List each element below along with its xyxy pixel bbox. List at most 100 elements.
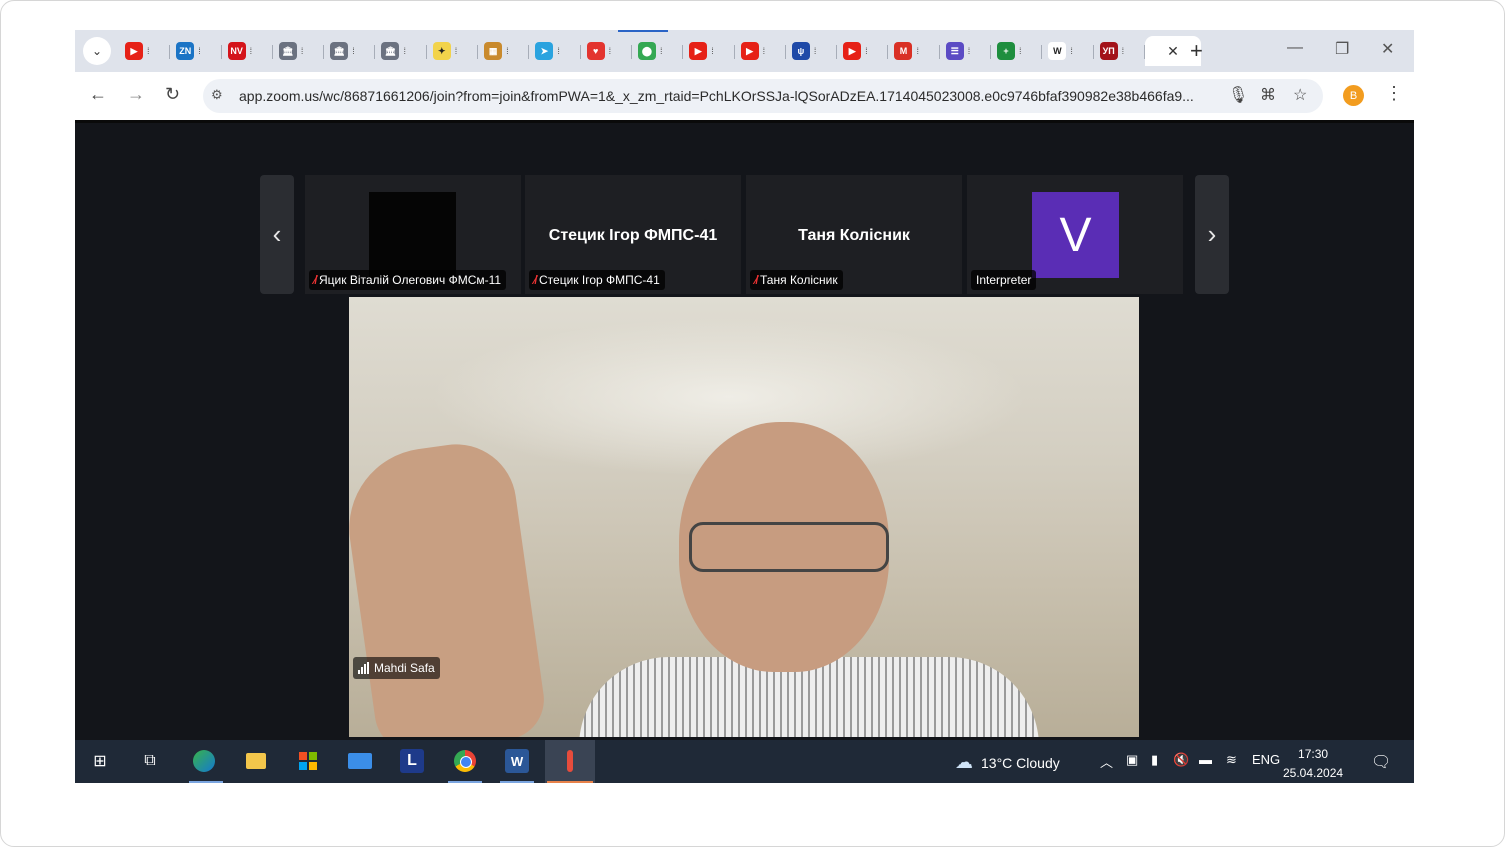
tab-title-fragment: ⁞ xyxy=(198,46,201,56)
browser-tab[interactable]: 🏛 ⁞ xyxy=(324,36,376,66)
task-view-icon[interactable]: ⧉ xyxy=(138,749,162,773)
star-icon: ✦ xyxy=(432,42,451,60)
browser-tab[interactable]: NV ⁞ xyxy=(222,36,274,66)
chevron-up-icon[interactable]: ︿ xyxy=(1100,752,1113,771)
browser-tab[interactable]: ▶ ⁞ xyxy=(735,36,787,66)
bank-icon: 🏛 xyxy=(381,42,400,60)
site-settings-icon[interactable]: ⚙ xyxy=(211,87,223,103)
browser-toolbar: ← → ↻ ⚙ app.zoom.us/wc/86871661206/join?… xyxy=(75,72,1414,120)
trident-icon: ψ xyxy=(791,42,810,60)
participant-video xyxy=(369,192,456,278)
browser-tab[interactable]: ψ ⁞ xyxy=(786,36,838,66)
minimize-button[interactable]: — xyxy=(1287,39,1303,57)
browser-tab[interactable]: ▶ ⁞ xyxy=(837,36,889,66)
wifi-icon[interactable]: ≋ xyxy=(1226,752,1237,768)
participant-tile[interactable]: Стецик Ігор ФМПС-41 ⁄̸ Стецик Ігор ФМПС-4… xyxy=(525,175,741,294)
tab-title-fragment: ⁞ xyxy=(300,46,304,56)
active-speaker-video[interactable]: Mahdi Safa xyxy=(349,297,1139,737)
browser-tab[interactable]: 🏛 ⁞ xyxy=(273,36,325,66)
battery-icon[interactable]: ▬ xyxy=(1199,752,1212,767)
windows-taskbar: ⊞ ⧉ L W ☁ 13°C Cloudy ︿ ▣ ▮ 🔇 ▬ ≋ ENG 17:… xyxy=(75,740,1414,783)
participant-tile[interactable]: Таня Колісник ⁄̸ Таня Колісник xyxy=(746,175,962,294)
browser-tab[interactable]: ▦ ⁞ xyxy=(478,36,530,66)
back-button[interactable]: ← xyxy=(89,84,107,105)
bookmark-star-icon[interactable]: ☆ xyxy=(1293,85,1307,105)
speaker-hand xyxy=(349,436,550,737)
taskbar-clock[interactable]: 17:30 25.04.2024 xyxy=(1283,745,1343,783)
windows-start-icon[interactable]: ⊞ xyxy=(88,749,112,773)
microphone-tray-icon[interactable]: ▮ xyxy=(1151,752,1158,768)
microsoft-store-icon[interactable] xyxy=(296,749,320,773)
tab-title-fragment: ⁞ xyxy=(1070,46,1073,56)
browser-tab[interactable]: ▶ ⁞ xyxy=(683,36,735,66)
reload-button[interactable]: ↻ xyxy=(165,84,180,105)
file-explorer-icon[interactable] xyxy=(244,749,268,773)
microphone-icon[interactable]: 🎙 xyxy=(1228,85,1248,105)
tab-title-fragment: ⁞ xyxy=(659,46,663,56)
gallery-next-button[interactable]: › xyxy=(1195,175,1229,294)
mail-icon[interactable] xyxy=(348,749,372,773)
weather-widget[interactable]: ☁ 13°C Cloudy xyxy=(955,752,1060,773)
close-window-button[interactable]: ✕ xyxy=(1381,39,1394,59)
desktop-screen: ⌄ ▶ ⁞ ZN ⁞ NV ⁞ 🏛 ⁞ 🏛 ⁞ 🏛 ⁞ ✦ ⁞ ▦ ⁞ ➤ ⁞ ♥ ⁞ ⬤ ⁞ ▶ ⁞ ▶ ⁞ ψ ⁞ ▶ ⁞ M ⁞ ☰ ⁞ + ⁞… xyxy=(75,30,1414,783)
participant-avatar: V xyxy=(1032,192,1119,278)
translate-icon[interactable]: ⌘ xyxy=(1260,85,1276,105)
chevron-right-icon: › xyxy=(1207,219,1217,249)
meet-now-icon[interactable]: ▣ xyxy=(1126,752,1138,768)
word-icon[interactable]: W xyxy=(505,749,529,773)
heart-icon: ♥ xyxy=(586,42,605,60)
tab-title-fragment: ⁞ xyxy=(557,46,560,56)
l-app-icon[interactable]: L xyxy=(400,749,424,773)
tab-title-fragment: ⁞ xyxy=(147,46,150,56)
toolbar-divider xyxy=(75,120,1414,123)
browser-tab[interactable]: ▶ ⁞ xyxy=(119,36,171,66)
address-bar[interactable]: ⚙ app.zoom.us/wc/86871661206/join?from=j… xyxy=(203,79,1323,113)
browser-tab[interactable]: ZN ⁞ xyxy=(170,36,222,66)
browser-tab[interactable]: ➤ ⁞ xyxy=(529,36,581,66)
browser-tab[interactable]: ⬤ ⁞ xyxy=(632,36,684,66)
clock-date: 25.04.2024 xyxy=(1283,766,1344,780)
close-tab-icon[interactable]: ✕ xyxy=(1167,43,1179,60)
tab-title-fragment: ⁞ xyxy=(865,46,868,56)
restore-button[interactable]: ❐ xyxy=(1335,39,1349,59)
sheets-plus-icon: + xyxy=(997,42,1016,60)
browser-tab[interactable]: 🏛 ⁞ xyxy=(375,36,428,66)
participant-name-label: ⁄̸ Стецик Ігор ФМПС-41 xyxy=(529,270,665,290)
browser-menu-icon[interactable]: ⋮ xyxy=(1385,83,1403,104)
new-tab-button[interactable]: + xyxy=(1190,38,1203,64)
browser-tab[interactable]: W ⁞ xyxy=(1042,36,1094,66)
chrome-icon[interactable] xyxy=(453,749,477,773)
browser-tab[interactable]: + ⁞ xyxy=(991,36,1043,66)
browser-tab[interactable]: M ⁞ xyxy=(888,36,941,66)
up-icon: УП xyxy=(1099,42,1118,60)
profile-avatar[interactable]: B xyxy=(1343,85,1364,106)
maps-icon: ⬤ xyxy=(637,42,656,60)
mic-muted-icon: ⁄̸ xyxy=(755,273,758,287)
clock-time: 17:30 xyxy=(1298,747,1329,761)
chevron-left-icon: ‹ xyxy=(272,219,282,249)
notifications-icon[interactable]: 🗨 xyxy=(1371,752,1391,772)
tab-title-fragment: ⁞ xyxy=(762,46,766,56)
edge-browser-icon[interactable] xyxy=(192,749,216,773)
tab-title-fragment: ⁞ xyxy=(711,46,714,56)
gallery-prev-button[interactable]: ‹ xyxy=(260,175,294,294)
forward-button[interactable]: → xyxy=(127,84,145,105)
participant-tile[interactable]: ⁄̸ Яцик Віталій Олегович ФМСм-11 xyxy=(305,175,521,294)
tab-list: ▶ ⁞ ZN ⁞ NV ⁞ 🏛 ⁞ 🏛 ⁞ 🏛 ⁞ ✦ ⁞ ▦ ⁞ ➤ ⁞ ♥ ⁞ ⬤ ⁞ ▶ ⁞ ▶ ⁞ ψ ⁞ ▶ ⁞ M ⁞ ☰ ⁞ + ⁞ W ⁞… xyxy=(119,36,1201,66)
tab-title-fragment: ⁞ xyxy=(249,46,253,56)
browser-tab[interactable]: ✦ ⁞ xyxy=(427,36,479,66)
tab-search-button[interactable]: ⌄ xyxy=(83,37,111,65)
signal-strength-icon xyxy=(358,662,370,674)
basket-icon: ▦ xyxy=(484,42,503,60)
browser-tab[interactable]: ♥ ⁞ xyxy=(581,36,633,66)
snipping-tool-icon[interactable] xyxy=(558,749,582,773)
tab-title-fragment: ⁞ xyxy=(506,46,509,56)
browser-tab[interactable]: УП ⁞ xyxy=(1094,36,1146,66)
participant-tile[interactable]: V Interpreter xyxy=(967,175,1183,294)
speaker-muted-icon[interactable]: 🔇 xyxy=(1173,752,1189,768)
youtube-icon: ▶ xyxy=(843,42,862,60)
language-indicator[interactable]: ENG xyxy=(1252,752,1280,767)
browser-tab[interactable]: ☰ ⁞ xyxy=(940,36,992,66)
url-text[interactable]: app.zoom.us/wc/86871661206/join?from=joi… xyxy=(239,88,1214,104)
tab-title-fragment: ⁞ xyxy=(403,46,406,56)
